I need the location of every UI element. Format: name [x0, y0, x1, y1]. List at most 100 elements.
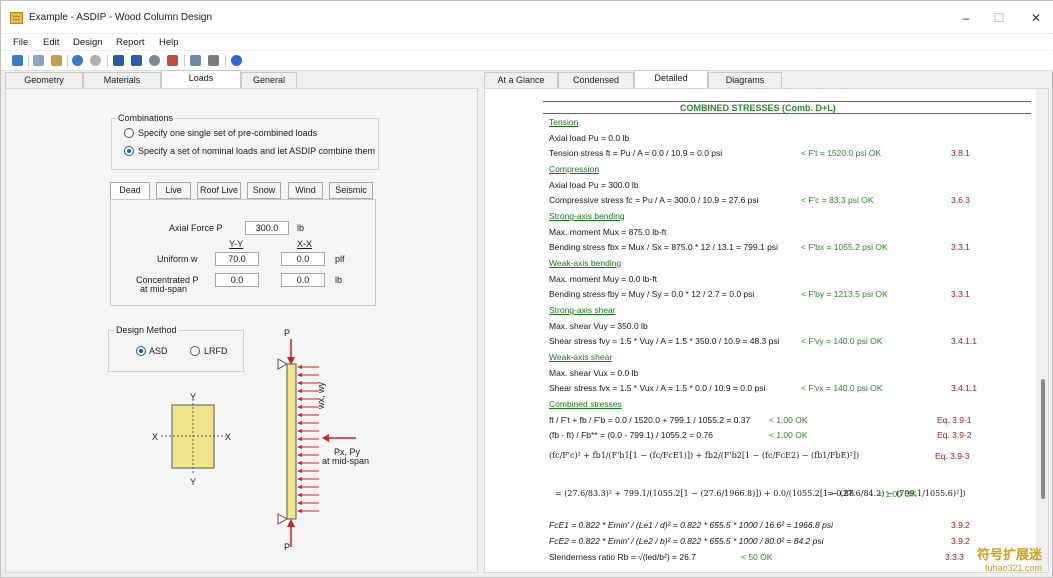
col-xx-header: X-X	[297, 239, 313, 249]
report-line: Max. shear Vux = 0.0 lb	[549, 367, 639, 378]
report-line: ft / F't + fb / F'b = 0.0 / 1520.0 + 799…	[549, 414, 751, 425]
axial-force-input[interactable]: 300.0	[245, 221, 289, 235]
report-section-link[interactable]: Combined stresses	[549, 399, 622, 409]
redo-icon[interactable]	[90, 55, 101, 66]
menu-report[interactable]: Report	[116, 37, 145, 48]
tab-condensed[interactable]: Condensed	[558, 72, 634, 88]
precombined-radio[interactable]	[124, 128, 134, 138]
printer-icon[interactable]	[208, 55, 219, 66]
tab-materials[interactable]: Materials	[83, 72, 161, 88]
eq393-formula: (fc/F'c)² + fb1/(F'b1[1 − (fc/FcE1)]) + …	[549, 451, 860, 460]
lrfd-radio[interactable]	[190, 346, 200, 356]
report-reference: Eq. 3.9-1	[937, 414, 972, 425]
app-logo-icon	[10, 12, 23, 24]
concentrated-xx-input[interactable]: 0.0	[281, 273, 325, 287]
subtab-roof-live[interactable]: Roof Live	[197, 182, 241, 199]
report-line: Compressive stress fc = Pu / A = 300.0 /…	[549, 195, 759, 205]
report-reference: Eq. 3.9-2	[937, 430, 972, 440]
report-reference: 3.6.3	[951, 195, 970, 205]
asd-label: ASD	[149, 346, 168, 356]
subtab-live[interactable]: Live	[156, 182, 191, 199]
menu-edit[interactable]: Edit	[43, 37, 59, 48]
tab-diagrams[interactable]: Diagrams	[708, 72, 782, 88]
report-line: Max. shear Vuy = 350.0 lb	[549, 320, 648, 331]
help-icon[interactable]	[231, 55, 242, 66]
preview-icon[interactable]	[190, 55, 201, 66]
report-check: < F'bx = 1055.2 psi OK	[801, 242, 888, 252]
asd-radio[interactable]	[136, 346, 146, 356]
menu-design[interactable]: Design	[73, 37, 103, 48]
nominal-loads-radio[interactable]	[124, 146, 134, 156]
menu-file[interactable]: File	[13, 37, 28, 48]
load-p-top: P	[284, 328, 291, 338]
report-check: < 1.00 OK	[769, 414, 808, 425]
export-icon[interactable]	[12, 55, 23, 66]
menu-bar: File Edit Design Report Help	[1, 34, 1053, 50]
subtab-wind[interactable]: Wind	[288, 182, 323, 199]
title-bar: Example - ASDIP - Wood Column Design – ☐…	[1, 1, 1053, 33]
eq393-ref: Eq. 3.9-3	[935, 451, 970, 461]
report-section-link[interactable]: Weak-axis shear	[549, 352, 612, 362]
tab-detailed[interactable]: Detailed	[634, 70, 708, 88]
load-p-bottom: P	[284, 542, 291, 552]
report-reference: 3.8.1	[951, 148, 970, 158]
slenderness-line: Slenderness ratio Rb = √(led/b²) = 26.7	[549, 552, 696, 562]
subtab-seismic[interactable]: Seismic	[329, 182, 373, 199]
report-line: Shear stress fvy = 1.5 * Vuy / A = 1.5 *…	[549, 336, 780, 346]
uniform-xx-input[interactable]: 0.0	[281, 252, 325, 266]
axis-y-top: Y	[190, 392, 197, 402]
lrfd-label: LRFD	[204, 346, 228, 356]
load-input-panel: Axial Force P 300.0 lb Y-Y X-X Uniform w…	[110, 199, 376, 306]
toolbar	[1, 51, 1053, 71]
wx-wy-label: wx, wy	[316, 382, 326, 409]
close-button[interactable]: ✕	[1026, 11, 1046, 25]
report-scrollbar[interactable]	[1036, 89, 1048, 572]
calculator-icon[interactable]	[113, 55, 124, 66]
report-line: Axial load Pu = 300.0 lb	[549, 179, 639, 190]
maximize-button[interactable]: ☐	[989, 11, 1009, 25]
tab-at-a-glance[interactable]: At a Glance	[484, 72, 558, 88]
report-check: < F'vy = 140.0 psi OK	[801, 336, 883, 346]
report-check: < 1.00 OK	[769, 430, 808, 440]
report-section-link[interactable]: Weak-axis bending	[549, 258, 621, 268]
app-window: Example - ASDIP - Wood Column Design – ☐…	[0, 0, 1053, 578]
refresh-icon[interactable]	[167, 55, 178, 66]
watermark-url: fuhao321.com	[984, 563, 1042, 573]
scrollbar-thumb[interactable]	[1041, 379, 1045, 499]
fce2-ref: 3.9.2	[951, 536, 970, 546]
report-check: < F'c = 83.3 psi OK	[801, 195, 874, 205]
report-section-link[interactable]: Strong-axis shear	[549, 305, 616, 315]
copy-icon[interactable]	[33, 55, 44, 66]
concentrated-yy-input[interactable]: 0.0	[215, 273, 259, 287]
axis-x-right: X	[225, 432, 232, 442]
report-reference: 3.3.1	[951, 242, 970, 252]
fce2-line: FcE2 = 0.822 * Emin' / (Le2 / b)² = 0.82…	[549, 536, 824, 546]
minimize-button[interactable]: –	[956, 11, 976, 25]
report-section-link[interactable]: Compression	[549, 164, 599, 174]
tab-geometry[interactable]: Geometry	[5, 72, 83, 88]
axis-x-left: X	[152, 432, 159, 442]
subtab-snow[interactable]: Snow	[247, 182, 281, 199]
report-section-link[interactable]: Tension	[549, 117, 578, 127]
report-check: < F'by = 1213.5 psi OK	[801, 289, 888, 299]
combinations-group	[111, 118, 379, 170]
report-panel: COMBINED STRESSES (Comb. D+L) Tension Axi…	[484, 88, 1049, 573]
undo-icon[interactable]	[72, 55, 83, 66]
view-icon[interactable]	[149, 55, 160, 66]
window-title: Example - ASDIP - Wood Column Design	[29, 12, 213, 23]
nominal-loads-label: Specify a set of nominal loads and let A…	[138, 146, 375, 156]
paste-icon[interactable]	[51, 55, 62, 66]
column-elevation-diagram	[277, 339, 356, 547]
watermark-text: 符号扩展迷	[976, 547, 1042, 562]
subtab-dead[interactable]: Dead	[110, 182, 150, 200]
report-reference: 3.4.1.1	[951, 383, 977, 393]
menu-help[interactable]: Help	[159, 37, 179, 48]
report-section-link[interactable]: Strong-axis bending	[549, 211, 625, 221]
tab-loads[interactable]: Loads	[161, 70, 241, 88]
tab-general[interactable]: General	[241, 72, 297, 88]
midspan-label: at mid-span	[322, 456, 370, 466]
uniform-yy-input[interactable]: 70.0	[215, 252, 259, 266]
print-icon[interactable]	[131, 55, 142, 66]
loads-panel: Combinations Specify one single set of p…	[5, 88, 478, 573]
slenderness-check: < 50 OK	[741, 552, 773, 562]
